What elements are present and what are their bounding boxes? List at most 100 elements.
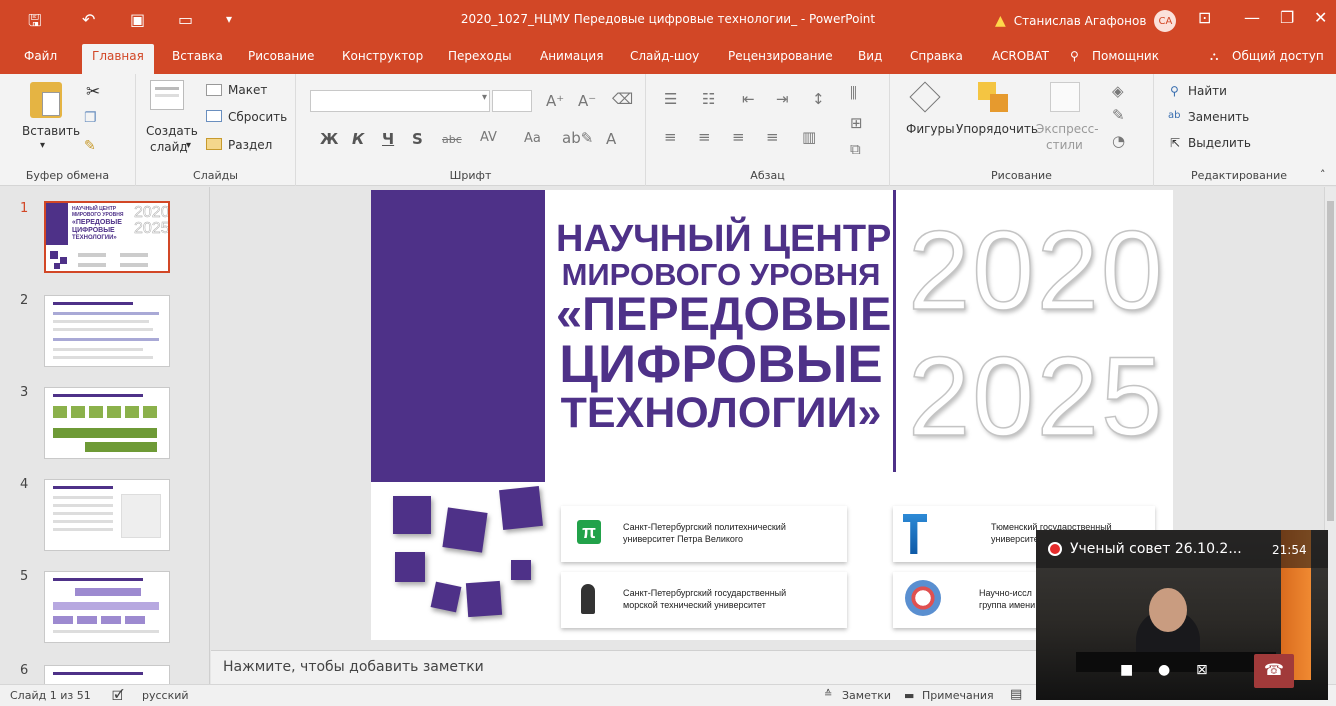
tab-animations[interactable]: Анимация bbox=[540, 49, 603, 63]
normal-view-icon[interactable]: ▤ bbox=[1010, 687, 1022, 702]
slide-thumbnails-pane[interactable]: 1 НАУЧНЫЙ ЦЕНТР МИРОВОГО УРОВНЯ «ПЕРЕДОВ… bbox=[0, 187, 210, 684]
char-spacing-button[interactable]: AV bbox=[480, 130, 497, 145]
ribbon-display-icon[interactable]: ⊡ bbox=[1198, 8, 1211, 27]
justify-icon[interactable]: ≡ bbox=[766, 128, 779, 146]
find-button[interactable]: Найти bbox=[1188, 84, 1227, 98]
user-name: Станислав Агафонов bbox=[1013, 14, 1147, 28]
shadow-button[interactable]: S bbox=[412, 130, 423, 148]
quick-styles-icon[interactable] bbox=[1050, 82, 1080, 112]
font-size-input[interactable] bbox=[492, 90, 532, 112]
smartart-icon[interactable]: ⧉ bbox=[850, 140, 861, 158]
notes-placeholder[interactable]: Нажмите, чтобы добавить заметки bbox=[223, 659, 484, 675]
slide-year-end: 2025 bbox=[907, 333, 1166, 460]
paste-button[interactable]: Вставить bbox=[22, 124, 80, 138]
tab-home[interactable]: Главная bbox=[82, 44, 154, 74]
bullets-icon[interactable]: ☰ bbox=[664, 90, 677, 108]
align-text-icon[interactable]: ⊞ bbox=[850, 114, 863, 132]
select-button[interactable]: Выделить bbox=[1188, 136, 1251, 150]
restore-icon[interactable]: ❐ bbox=[1280, 8, 1294, 27]
arrange-icon[interactable] bbox=[978, 82, 1012, 112]
slide-thumbnail-6[interactable] bbox=[44, 665, 170, 684]
italic-button[interactable]: К bbox=[352, 130, 364, 148]
paste-icon[interactable] bbox=[30, 82, 62, 118]
slide-thumbnail-5[interactable] bbox=[44, 571, 170, 643]
align-center-icon[interactable]: ≡ bbox=[698, 128, 711, 146]
close-icon[interactable]: ✕ bbox=[1314, 8, 1327, 27]
tab-slideshow[interactable]: Слайд-шоу bbox=[630, 49, 699, 63]
share-button[interactable]: Общий доступ bbox=[1232, 49, 1324, 63]
text-direction-icon[interactable]: ⫼ bbox=[850, 84, 857, 102]
warning-icon: ▲ bbox=[995, 13, 1006, 29]
highlight-icon[interactable]: ab✎ bbox=[562, 129, 593, 147]
minimize-icon[interactable]: — bbox=[1244, 8, 1260, 27]
font-color-button[interactable]: A bbox=[606, 130, 616, 148]
slide-thumbnail-4[interactable] bbox=[44, 479, 170, 551]
underline-button[interactable]: Ч bbox=[382, 130, 394, 148]
new-slide-dropdown-icon[interactable]: ▾ bbox=[186, 140, 191, 151]
tab-help[interactable]: Справка bbox=[910, 49, 963, 63]
decrease-indent-icon[interactable]: ⇤ bbox=[742, 90, 755, 108]
video-title-bar: Ученый совет 26.10.2... 21:54 bbox=[1036, 530, 1328, 568]
align-left-icon[interactable]: ≡ bbox=[664, 128, 677, 146]
spellcheck-icon[interactable]: 🗹 bbox=[112, 687, 124, 706]
new-slide-button-line2[interactable]: слайд bbox=[150, 140, 188, 154]
partner-card: π Санкт-Петербургский политехнический ун… bbox=[561, 506, 847, 562]
cut-icon[interactable]: ✂ bbox=[86, 82, 100, 102]
quick-styles-button-line1[interactable]: Экспресс- bbox=[1036, 122, 1099, 136]
decrease-font-icon[interactable]: A⁻ bbox=[578, 92, 596, 110]
shape-fill-icon[interactable]: ◈ bbox=[1112, 82, 1124, 100]
slide-thumbnail-3[interactable] bbox=[44, 387, 170, 459]
copy-icon[interactable]: ❐ bbox=[84, 110, 97, 126]
tab-file[interactable]: Файл bbox=[24, 49, 57, 63]
user-account[interactable]: ▲ Станислав Агафонов СА bbox=[995, 10, 1177, 32]
shapes-button[interactable]: Фигуры bbox=[906, 122, 955, 136]
tab-acrobat[interactable]: ACROBAT bbox=[992, 49, 1049, 63]
arrange-button[interactable]: Упорядочить bbox=[956, 122, 1038, 136]
language-indicator[interactable]: русский bbox=[142, 689, 189, 702]
slide-thumbnail-2[interactable] bbox=[44, 295, 170, 367]
quick-styles-button-line2[interactable]: стили bbox=[1046, 138, 1083, 152]
slides-group: Создать слайд ▾ Макет Сбросить Раздел Сл… bbox=[136, 74, 296, 186]
line-spacing-icon[interactable]: ↕ bbox=[812, 90, 825, 108]
camera-icon[interactable]: ■ bbox=[1120, 662, 1133, 678]
notes-toggle-button[interactable]: Заметки bbox=[842, 689, 891, 702]
shape-effects-icon[interactable]: ◔ bbox=[1112, 132, 1125, 150]
new-slide-button-line1[interactable]: Создать bbox=[146, 124, 198, 138]
columns-icon[interactable]: ▥ bbox=[802, 128, 816, 146]
paste-dropdown-icon[interactable]: ▾ bbox=[40, 140, 45, 151]
tab-review[interactable]: Рецензирование bbox=[728, 49, 833, 63]
increase-font-icon[interactable]: A⁺ bbox=[546, 92, 564, 110]
numbering-icon[interactable]: ☷ bbox=[702, 90, 715, 108]
bold-button[interactable]: Ж bbox=[320, 130, 338, 148]
tab-transitions[interactable]: Переходы bbox=[448, 49, 512, 63]
scrollbar-thumb[interactable] bbox=[1327, 201, 1334, 521]
tab-insert[interactable]: Вставка bbox=[172, 49, 223, 63]
align-right-icon[interactable]: ≡ bbox=[732, 128, 745, 146]
comments-button[interactable]: Примечания bbox=[922, 689, 994, 702]
shapes-icon[interactable] bbox=[909, 81, 944, 113]
clear-format-icon[interactable]: ⌫ bbox=[612, 90, 633, 108]
tab-tell-me[interactable]: Помощник bbox=[1092, 49, 1159, 63]
headline-line3: «ПЕРЕДОВЫЕ bbox=[556, 287, 892, 341]
tab-view[interactable]: Вид bbox=[858, 49, 882, 63]
replace-button[interactable]: Заменить bbox=[1188, 110, 1249, 124]
increase-indent-icon[interactable]: ⇥ bbox=[776, 90, 789, 108]
screen-share-icon[interactable]: ⊠ bbox=[1196, 662, 1208, 678]
font-name-dropdown-icon[interactable]: ▾ bbox=[482, 92, 487, 103]
tab-draw[interactable]: Рисование bbox=[248, 49, 314, 63]
slide-thumbnail-1[interactable]: НАУЧНЫЙ ЦЕНТР МИРОВОГО УРОВНЯ «ПЕРЕДОВЫЕ… bbox=[44, 201, 170, 273]
reset-button[interactable]: Сбросить bbox=[228, 110, 287, 124]
section-button[interactable]: Раздел bbox=[228, 138, 272, 152]
hangup-icon[interactable]: ☎ bbox=[1254, 654, 1294, 688]
font-name-input[interactable] bbox=[310, 90, 490, 112]
collapse-ribbon-icon[interactable]: ˄ bbox=[1320, 168, 1326, 181]
strikethrough-button[interactable]: abc bbox=[442, 133, 462, 146]
layout-button[interactable]: Макет bbox=[228, 83, 267, 97]
video-call-overlay[interactable]: Ученый совет 26.10.2... 21:54 ■ ● ⊠ ☎ bbox=[1036, 530, 1328, 700]
microphone-icon[interactable]: ● bbox=[1158, 662, 1170, 678]
tab-design[interactable]: Конструктор bbox=[342, 49, 423, 63]
new-slide-icon[interactable] bbox=[150, 80, 184, 110]
shape-outline-icon[interactable]: ✎ bbox=[1112, 106, 1125, 124]
change-case-button[interactable]: Aa bbox=[524, 131, 541, 146]
format-painter-icon[interactable]: ✎ bbox=[84, 138, 96, 154]
